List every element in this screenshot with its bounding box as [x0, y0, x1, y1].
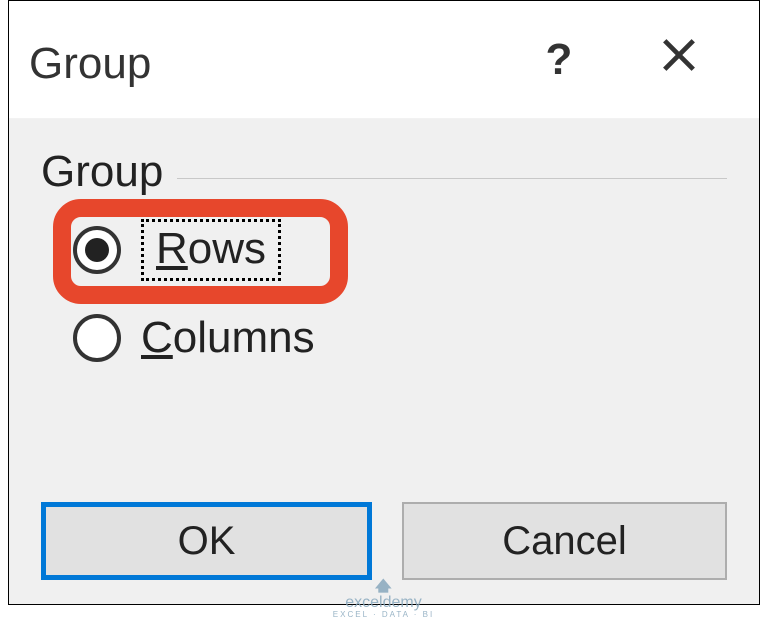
accelerator-key: R	[156, 224, 188, 273]
group-dialog: Group ? Group Rows Columns	[8, 0, 760, 605]
radio-label-rows: Rows	[141, 219, 281, 281]
cancel-button-label: Cancel	[502, 519, 627, 564]
titlebar: Group ?	[9, 1, 759, 119]
cancel-button[interactable]: Cancel	[402, 502, 727, 580]
dialog-button-row: OK Cancel	[41, 502, 727, 580]
dialog-body: Group Rows Columns OK Cancel	[9, 119, 759, 604]
radio-label-columns: Columns	[141, 313, 315, 363]
ok-button-label: OK	[178, 519, 236, 564]
groupbox-divider	[177, 178, 727, 179]
accelerator-key: C	[141, 313, 173, 362]
close-button[interactable]	[619, 1, 739, 118]
groupbox-header: Group	[41, 147, 727, 197]
radio-option-rows[interactable]: Rows	[73, 215, 727, 285]
label-rest: ows	[188, 224, 266, 273]
watermark-logo-icon	[373, 576, 393, 596]
watermark-tagline: EXCEL · DATA · BI	[333, 610, 434, 619]
groupbox-legend: Group	[41, 147, 177, 197]
radio-button-icon	[73, 226, 121, 274]
help-icon: ?	[546, 35, 573, 85]
dialog-title: Group	[29, 31, 499, 89]
close-icon	[660, 35, 698, 85]
label-rest: olumns	[173, 313, 315, 362]
radio-button-icon	[73, 314, 121, 362]
radio-selected-dot-icon	[85, 238, 109, 262]
watermark: exceldemy EXCEL · DATA · BI	[333, 576, 434, 619]
ok-button[interactable]: OK	[41, 502, 372, 580]
help-button[interactable]: ?	[499, 1, 619, 118]
radio-option-columns[interactable]: Columns	[73, 303, 727, 373]
